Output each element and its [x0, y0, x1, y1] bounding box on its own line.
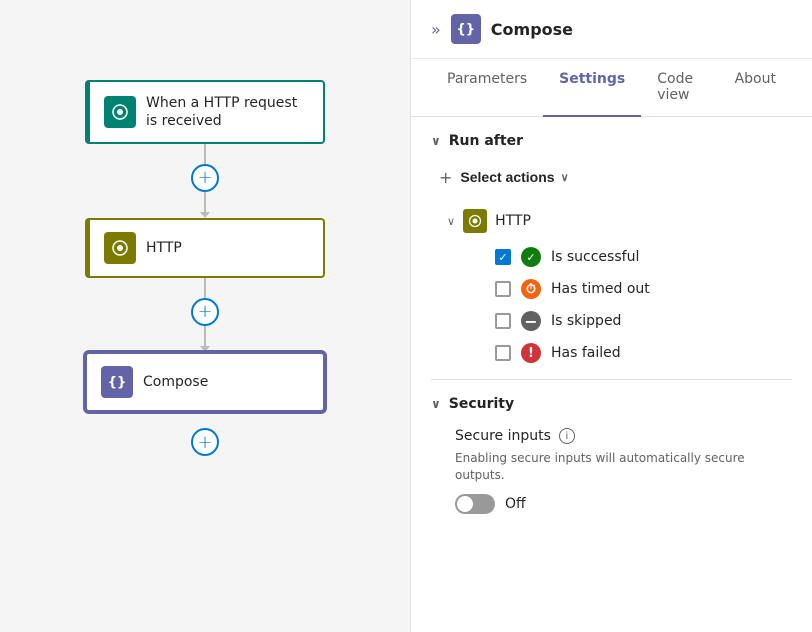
workflow-container: When a HTTP request is received + HTTP + — [85, 80, 325, 456]
secure-inputs-toggle[interactable] — [455, 494, 495, 514]
line-1b — [204, 192, 206, 212]
success-indicator: ✓ — [521, 247, 541, 267]
status-label-failed: Has failed — [551, 345, 621, 361]
group-chevron-icon[interactable]: ∨ — [447, 215, 455, 228]
checkbox-failed[interactable] — [495, 345, 511, 361]
tab-about[interactable]: About — [719, 59, 792, 117]
checkbox-skipped[interactable] — [495, 313, 511, 329]
line-1 — [204, 144, 206, 164]
add-button-2[interactable]: + — [191, 298, 219, 326]
security-section-header: ∨ Security — [431, 396, 792, 412]
toggle-label: Off — [505, 496, 526, 512]
secure-inputs-info-icon[interactable]: i — [559, 428, 575, 444]
trigger-icon — [104, 96, 136, 128]
compose-label: Compose — [143, 373, 208, 391]
run-after-header: ∨ Run after — [431, 133, 792, 149]
toggle-row: Off — [455, 494, 792, 514]
details-header: » {} Compose — [411, 0, 812, 59]
select-actions-plus-icon: + — [439, 168, 452, 187]
http-group-icon — [463, 209, 487, 233]
status-item-timedout: ⏱ Has timed out — [495, 279, 792, 299]
status-item-failed: ! Has failed — [495, 343, 792, 363]
secure-inputs-description: Enabling secure inputs will automaticall… — [455, 450, 792, 484]
line-2b — [204, 326, 206, 346]
status-label-successful: Is successful — [551, 249, 639, 265]
divider-1 — [431, 379, 792, 380]
compose-node[interactable]: {} Compose — [85, 352, 325, 412]
security-content: Secure inputs i Enabling secure inputs w… — [431, 428, 792, 514]
breadcrumb-arrow[interactable]: » — [431, 20, 441, 39]
tabs-bar: Parameters Settings Code view About — [411, 59, 812, 117]
details-panel: » {} Compose Parameters Settings Code vi… — [410, 0, 812, 632]
secure-inputs-label: Secure inputs — [455, 428, 551, 444]
add-button-1[interactable]: + — [191, 164, 219, 192]
trigger-node[interactable]: When a HTTP request is received — [85, 80, 325, 144]
run-after-chevron[interactable]: ∨ — [431, 134, 441, 148]
run-after-label: Run after — [449, 133, 523, 149]
tab-settings[interactable]: Settings — [543, 59, 641, 117]
http-icon — [104, 232, 136, 264]
trigger-label: When a HTTP request is received — [146, 94, 309, 130]
line-2 — [204, 278, 206, 298]
add-button-bottom[interactable]: + — [191, 428, 219, 456]
checkbox-successful[interactable] — [495, 249, 511, 265]
error-indicator: ! — [521, 343, 541, 363]
http-node[interactable]: HTTP — [85, 218, 325, 278]
compose-icon: {} — [101, 366, 133, 398]
secure-inputs-row: Secure inputs i — [455, 428, 792, 444]
status-item-successful: ✓ Is successful — [495, 247, 792, 267]
select-actions-chevron-icon: ∨ — [561, 171, 569, 184]
checkbox-timedout[interactable] — [495, 281, 511, 297]
connector-2: + — [191, 278, 219, 352]
select-actions-label: Select actions — [460, 169, 554, 185]
security-chevron-icon[interactable]: ∨ — [431, 397, 441, 411]
tab-code-view[interactable]: Code view — [641, 59, 718, 117]
warning-indicator: ⏱ — [521, 279, 541, 299]
status-item-skipped: − Is skipped — [495, 311, 792, 331]
header-icon: {} — [451, 14, 481, 44]
details-content: ∨ Run after + Select actions ∨ ∨ HTTP — [411, 117, 812, 632]
status-label-skipped: Is skipped — [551, 313, 621, 329]
security-label: Security — [449, 396, 514, 412]
http-group-label: HTTP — [495, 213, 531, 229]
http-label: HTTP — [146, 239, 182, 257]
skip-indicator: − — [521, 311, 541, 331]
canvas-panel: When a HTTP request is received + HTTP + — [0, 0, 410, 632]
header-title: Compose — [491, 20, 573, 39]
action-group-header: ∨ HTTP — [447, 205, 792, 237]
status-label-timedout: Has timed out — [551, 281, 650, 297]
action-group-http: ∨ HTTP ✓ Is successful — [447, 205, 792, 363]
toggle-knob — [457, 496, 473, 512]
tab-parameters[interactable]: Parameters — [431, 59, 543, 117]
connector-1: + — [191, 144, 219, 218]
status-items: ✓ Is successful ⏱ Has timed out − Is ski… — [495, 247, 792, 363]
select-actions-button[interactable]: Select actions ∨ — [460, 165, 568, 189]
security-section: ∨ Security Secure inputs i Enabling secu… — [431, 396, 792, 514]
select-actions-row: + Select actions ∨ — [431, 165, 792, 189]
